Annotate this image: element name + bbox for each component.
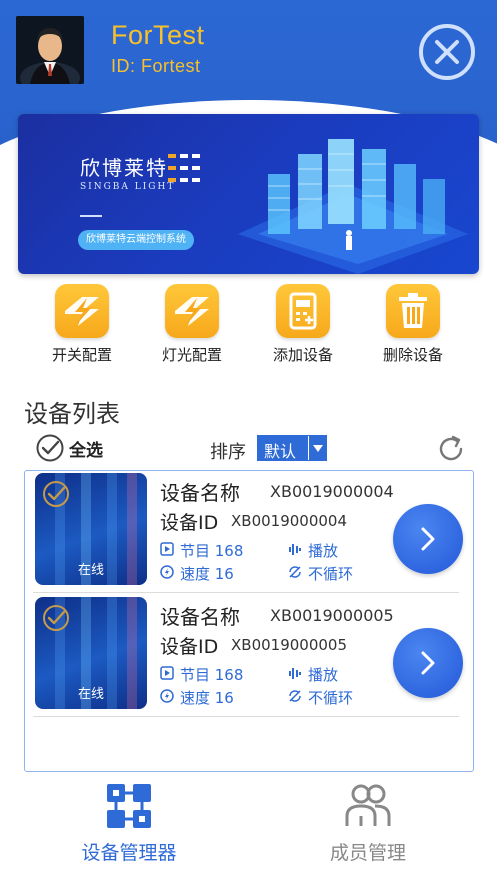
play-text: 播放 <box>308 542 339 560</box>
open-device-button[interactable] <box>393 628 463 698</box>
speed-icon <box>160 565 174 579</box>
city-illustration <box>238 139 468 274</box>
device-name: XB0019000004 <box>270 482 394 501</box>
app-screen: ForTest ID: Fortest 欣博莱特 SINGBA LIGHT 欣博… <box>0 0 497 883</box>
device-list-title: 设备列表 <box>24 400 120 428</box>
loop-text: 不循环 <box>308 689 354 707</box>
device-manager-icon <box>107 784 151 828</box>
sort-dropdown[interactable]: 默认 <box>257 435 327 461</box>
device-name: XB0019000005 <box>270 606 394 625</box>
banner-brand-en: SINGBA LIGHT <box>80 182 176 192</box>
switch-config-button[interactable]: 开关配置 <box>37 284 127 370</box>
action-label: 删除设备 <box>382 346 443 364</box>
play-box-icon <box>160 542 174 556</box>
action-label: 开关配置 <box>51 346 112 364</box>
app-title: ForTest <box>111 20 205 50</box>
promo-banner[interactable]: 欣博莱特 SINGBA LIGHT 欣博莱特云端控制系统 <box>18 114 479 274</box>
audio-wave-icon <box>289 668 301 679</box>
speed-text: 速度 16 <box>180 565 234 583</box>
program-text: 节目 168 <box>180 666 244 684</box>
device-list[interactable]: 在线 设备名称 XB0019000004 设备ID XB0019000004 节… <box>24 470 474 772</box>
program-text: 节目 168 <box>180 542 244 560</box>
refresh-icon[interactable] <box>436 434 466 464</box>
tab-label: 设备管理器 <box>81 842 177 864</box>
device-status: 在线 <box>77 687 104 702</box>
action-label: 添加设备 <box>272 346 333 364</box>
user-avatar-icon[interactable] <box>16 16 84 84</box>
sort-value: 默认 <box>264 442 297 461</box>
device-row[interactable]: 在线 设备名称 XB0019000005 设备ID XB0019000005 节… <box>33 595 463 717</box>
chevron-right-icon <box>421 527 435 551</box>
device-status: 在线 <box>77 563 104 578</box>
device-id: XB0019000004 <box>231 512 348 530</box>
open-device-button[interactable] <box>393 504 463 574</box>
speed-text: 速度 16 <box>180 689 234 707</box>
device-row[interactable]: 在线 设备名称 XB0019000004 设备ID XB0019000004 节… <box>33 471 463 593</box>
close-icon <box>435 40 459 64</box>
brand-logo-icon <box>168 154 200 182</box>
action-label: 灯光配置 <box>161 346 222 364</box>
speed-icon <box>160 689 174 703</box>
no-loop-icon <box>289 566 301 578</box>
lightning-icon <box>55 284 109 338</box>
tab-device-manager[interactable]: 设备管理器 <box>49 782 209 872</box>
play-text: 播放 <box>308 666 339 684</box>
banner-tag: 欣博莱特云端控制系统 <box>78 230 194 250</box>
trash-icon <box>386 284 440 338</box>
device-id-label: 设备ID <box>160 636 219 658</box>
no-loop-icon <box>289 690 301 702</box>
sort-label: 排序 <box>210 442 246 463</box>
device-add-icon <box>276 284 330 338</box>
audio-wave-icon <box>289 544 301 555</box>
device-thumbnail: 在线 <box>35 597 147 709</box>
check-circle-icon[interactable] <box>41 603 71 633</box>
light-config-button[interactable]: 灯光配置 <box>147 284 237 370</box>
close-button[interactable] <box>419 24 475 80</box>
delete-device-button[interactable]: 删除设备 <box>368 284 458 370</box>
chevron-down-icon <box>308 436 326 460</box>
check-circle-icon[interactable] <box>41 479 71 509</box>
user-id: ID: Fortest <box>111 56 201 76</box>
select-all-label: 全选 <box>69 441 103 461</box>
check-circle-icon <box>36 434 64 462</box>
loop-text: 不循环 <box>308 565 354 583</box>
device-id-label: 设备ID <box>160 512 219 534</box>
lightning-icon <box>165 284 219 338</box>
device-name-label: 设备名称 <box>160 605 240 629</box>
device-id: XB0019000005 <box>231 636 348 654</box>
banner-brand: 欣博莱特 <box>80 156 168 180</box>
tab-label: 成员管理 <box>329 842 406 864</box>
members-icon <box>345 784 391 826</box>
chevron-right-icon <box>421 651 435 675</box>
device-thumbnail: 在线 <box>35 473 147 585</box>
add-device-button[interactable]: 添加设备 <box>258 284 348 370</box>
device-name-label: 设备名称 <box>160 481 240 505</box>
play-box-icon <box>160 666 174 680</box>
banner-divider <box>80 215 102 217</box>
tab-member-management[interactable]: 成员管理 <box>288 782 448 872</box>
